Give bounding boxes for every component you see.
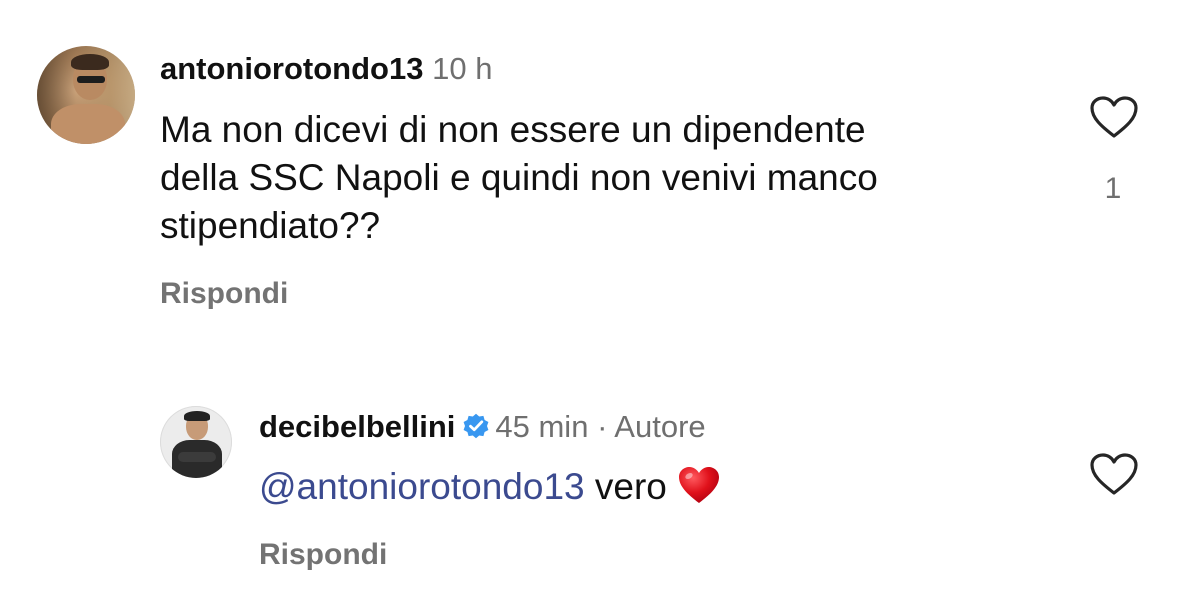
comment-text: @antoniorotondo13 vero xyxy=(259,463,721,517)
avatar[interactable] xyxy=(160,406,232,478)
avatar-photo-body xyxy=(51,104,125,144)
comment-header: decibelbellini 45 min · Autore xyxy=(259,409,706,449)
timestamp: 45 min xyxy=(495,409,589,444)
comment-item: antoniorotondo13 10 h Ma non dicevi di n… xyxy=(0,0,1200,330)
red-heart-emoji-icon xyxy=(677,465,721,517)
comment-text: Ma non dicevi di non essere un dipendent… xyxy=(160,106,1060,250)
comment-text-body: vero xyxy=(594,466,667,507)
avatar-photo-arms xyxy=(178,452,216,462)
comment-header: antoniorotondo13 10 h xyxy=(160,51,492,87)
avatar-photo-hair xyxy=(71,54,109,70)
avatar-photo-hair xyxy=(184,411,210,421)
timestamp: 10 h xyxy=(432,51,493,86)
heart-outline-icon xyxy=(1090,96,1138,138)
comment-text-line: della SSC Napoli e quindi non venivi man… xyxy=(160,157,878,198)
like-button[interactable] xyxy=(1089,95,1139,139)
mention-link[interactable]: @antoniorotondo13 xyxy=(259,466,585,507)
avatar-photo-sunglasses xyxy=(77,76,105,83)
username[interactable]: decibelbellini xyxy=(259,409,455,444)
verified-badge-icon xyxy=(461,411,491,449)
comment-text-line: Ma non dicevi di non essere un dipendent… xyxy=(160,109,866,150)
author-label: Autore xyxy=(614,409,706,444)
avatar[interactable] xyxy=(37,46,135,144)
reply-button[interactable]: Rispondi xyxy=(160,277,288,311)
username[interactable]: antoniorotondo13 xyxy=(160,51,423,86)
like-count: 1 xyxy=(1104,172,1122,205)
like-button[interactable] xyxy=(1089,452,1139,496)
heart-outline-icon xyxy=(1090,453,1138,495)
comment-text-line: stipendiato?? xyxy=(160,205,381,246)
separator-dot: · xyxy=(597,409,608,444)
reply-button[interactable]: Rispondi xyxy=(259,538,387,572)
